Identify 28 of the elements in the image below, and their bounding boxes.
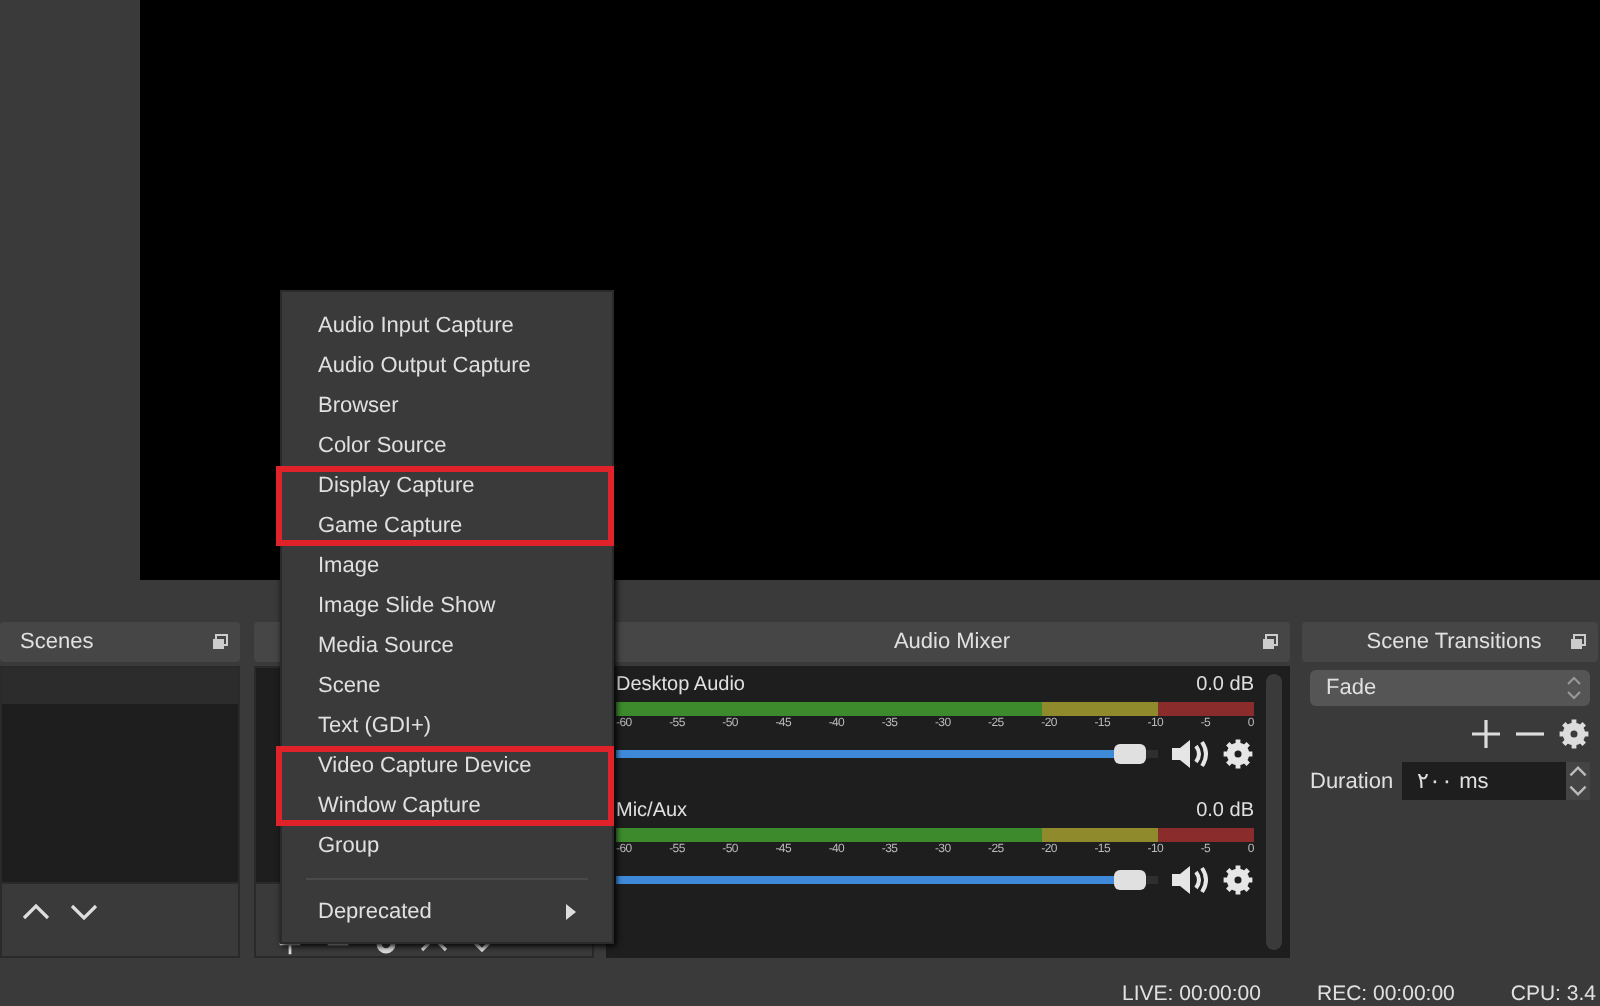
channel-name: Desktop Audio: [616, 674, 745, 696]
duration-label: Duration: [1310, 769, 1394, 793]
channel-reading: 0.0 dB: [1196, 800, 1254, 822]
transition-dropdown[interactable]: Fade: [1310, 670, 1590, 706]
menu-item[interactable]: Audio Output Capture: [290, 346, 604, 386]
menu-item[interactable]: Scene: [290, 666, 604, 706]
menu-item[interactable]: Media Source: [290, 626, 604, 666]
status-text: REC: 00:00:00: [1317, 982, 1455, 1006]
menu-item[interactable]: Audio Input Capture: [290, 306, 604, 346]
menu-item[interactable]: Image Slide Show: [290, 586, 604, 626]
dock-title: Scene Transitions: [1366, 630, 1542, 654]
status-text: LIVE: 00:00:00: [1122, 982, 1261, 1006]
menu-item[interactable]: Color Source: [290, 426, 604, 466]
menu-item[interactable]: Browser: [290, 386, 604, 426]
menu-item[interactable]: Video Capture Device: [290, 746, 604, 786]
menu-item[interactable]: Group: [290, 826, 604, 866]
menu-item[interactable]: Image: [290, 546, 604, 586]
channel-reading: 0.0 dB: [1196, 674, 1254, 696]
menu-item[interactable]: Text (GDI+): [290, 706, 604, 746]
menu-item[interactable]: Game Capture: [290, 506, 604, 546]
channel-name: Mic/Aux: [616, 800, 688, 822]
dock-title: Scenes: [20, 630, 94, 654]
dock-title: Audio Mixer: [893, 630, 1011, 654]
menu-item[interactable]: Deprecated: [290, 892, 604, 932]
menu-item[interactable]: Window Capture: [290, 786, 604, 826]
menu-item[interactable]: Display Capture: [290, 466, 604, 506]
status-text: CPU: 3.4: [1510, 982, 1596, 1006]
duration-field[interactable]: ٢٠٠ ms: [1401, 762, 1590, 800]
